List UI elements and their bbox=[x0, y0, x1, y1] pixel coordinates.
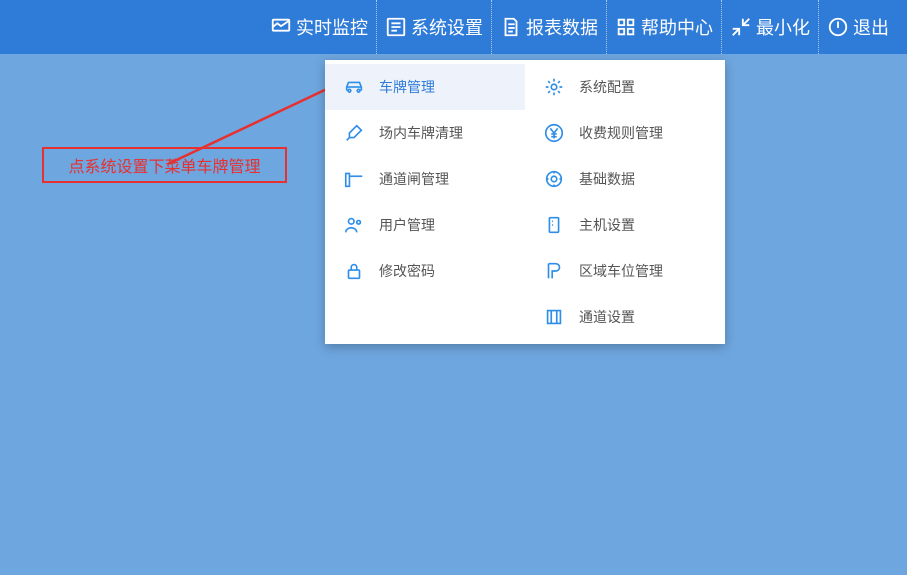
menu-gate-management[interactable]: 通道闸管理 bbox=[325, 156, 525, 202]
menu-label: 主机设置 bbox=[579, 215, 635, 235]
menu-label: 通道设置 bbox=[579, 307, 635, 327]
minimize-icon bbox=[730, 16, 752, 38]
menu-fee-rules[interactable]: 收费规则管理 bbox=[525, 110, 725, 156]
nav-settings-label: 系统设置 bbox=[411, 14, 483, 40]
menu-label: 系统配置 bbox=[579, 77, 635, 97]
menu-area-parking[interactable]: 区域车位管理 bbox=[525, 248, 725, 294]
dropdown-col-right: 系统配置 收费规则管理 基础数据 主机设置 bbox=[525, 60, 725, 344]
nav-reports-label: 报表数据 bbox=[526, 14, 598, 40]
menu-label: 通道闸管理 bbox=[379, 169, 449, 189]
menu-system-config[interactable]: 系统配置 bbox=[525, 64, 725, 110]
annotation-text: 点系统设置下菜单车牌管理 bbox=[68, 153, 260, 177]
menu-label: 场内车牌清理 bbox=[379, 123, 463, 143]
gate-icon bbox=[343, 168, 365, 190]
nav-settings[interactable]: 系统设置 bbox=[376, 0, 491, 54]
menu-host-settings[interactable]: 主机设置 bbox=[525, 202, 725, 248]
nav-exit-label: 退出 bbox=[853, 14, 889, 40]
menu-label: 区域车位管理 bbox=[579, 261, 663, 281]
top-navbar: 实时监控 系统设置 报表数据 帮助中心 最小化 退出 bbox=[0, 0, 907, 54]
cog-icon bbox=[543, 168, 565, 190]
power-icon bbox=[827, 16, 849, 38]
menu-channel-settings[interactable]: 通道设置 bbox=[525, 294, 725, 340]
parking-icon bbox=[543, 260, 565, 282]
document-icon bbox=[500, 16, 522, 38]
menu-label: 车牌管理 bbox=[379, 77, 435, 97]
nav-monitor[interactable]: 实时监控 bbox=[262, 0, 376, 54]
nav-reports[interactable]: 报表数据 bbox=[491, 0, 606, 54]
nav-help-label: 帮助中心 bbox=[641, 14, 713, 40]
menu-base-data[interactable]: 基础数据 bbox=[525, 156, 725, 202]
gear-icon bbox=[543, 76, 565, 98]
nav-monitor-label: 实时监控 bbox=[296, 14, 368, 40]
settings-dropdown: 车牌管理 场内车牌清理 通道闸管理 用户管理 bbox=[325, 60, 725, 344]
grid-icon bbox=[615, 16, 637, 38]
users-icon bbox=[343, 214, 365, 236]
menu-label: 修改密码 bbox=[379, 261, 435, 281]
menu-plate-management[interactable]: 车牌管理 bbox=[325, 64, 525, 110]
settings-list-icon bbox=[385, 16, 407, 38]
content-area: 点系统设置下菜单车牌管理 车牌管理 场内车牌清理 通道闸管理 bbox=[0, 54, 907, 575]
annotation-callout: 点系统设置下菜单车牌管理 bbox=[42, 147, 287, 183]
menu-label: 收费规则管理 bbox=[579, 123, 663, 143]
nav-help[interactable]: 帮助中心 bbox=[606, 0, 721, 54]
car-icon bbox=[343, 76, 365, 98]
monitor-icon bbox=[270, 16, 292, 38]
menu-user-management[interactable]: 用户管理 bbox=[325, 202, 525, 248]
menu-label: 基础数据 bbox=[579, 169, 635, 189]
nav-minimize-label: 最小化 bbox=[756, 14, 810, 40]
menu-label: 用户管理 bbox=[379, 215, 435, 235]
brush-icon bbox=[343, 122, 365, 144]
nav-exit[interactable]: 退出 bbox=[818, 0, 897, 54]
yen-icon bbox=[543, 122, 565, 144]
dropdown-col-left: 车牌管理 场内车牌清理 通道闸管理 用户管理 bbox=[325, 60, 525, 344]
channel-icon bbox=[543, 306, 565, 328]
server-icon bbox=[543, 214, 565, 236]
lock-icon bbox=[343, 260, 365, 282]
menu-change-password[interactable]: 修改密码 bbox=[325, 248, 525, 294]
menu-plate-cleanup[interactable]: 场内车牌清理 bbox=[325, 110, 525, 156]
nav-minimize[interactable]: 最小化 bbox=[721, 0, 818, 54]
